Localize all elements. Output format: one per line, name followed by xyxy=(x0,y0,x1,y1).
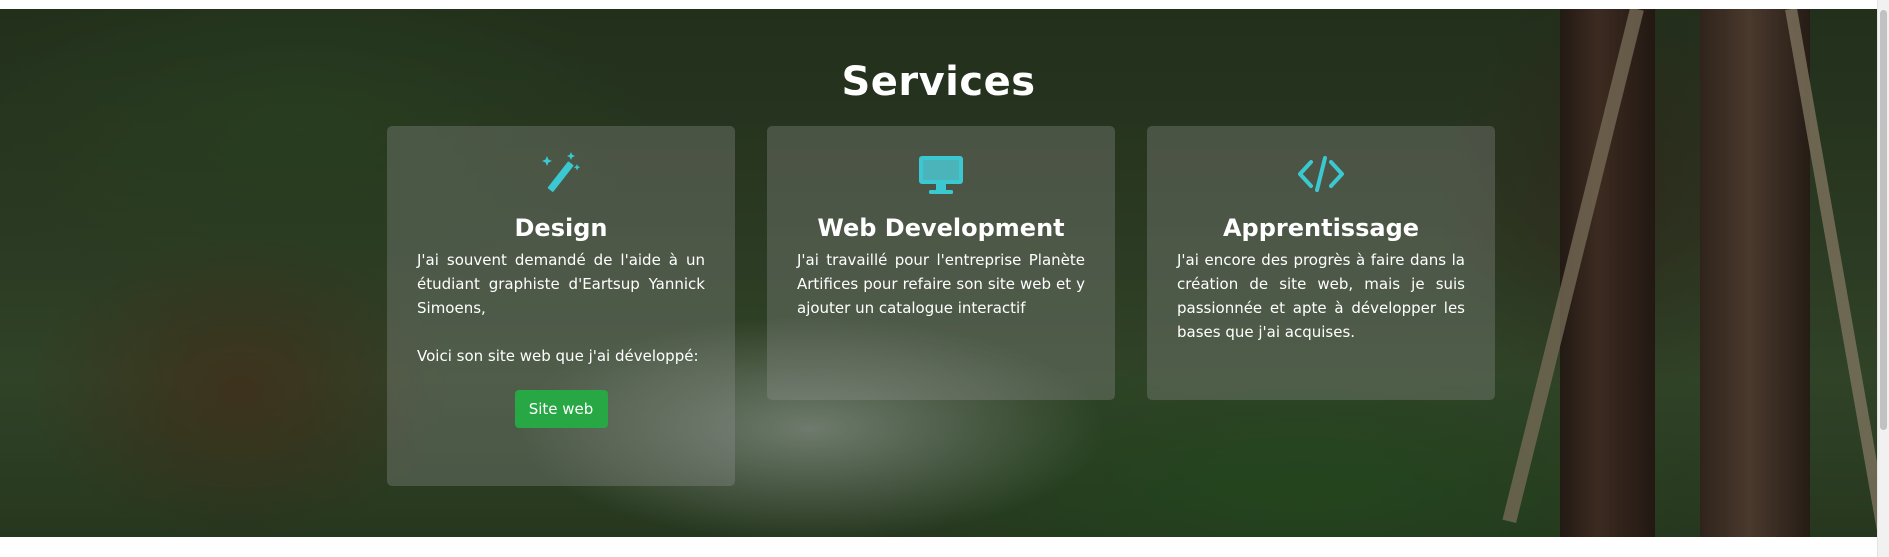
page-scrollbar[interactable] xyxy=(1877,0,1889,557)
site-web-button[interactable]: Site web xyxy=(514,390,608,428)
card-text: J'ai souvent demandé de l'aide à un étud… xyxy=(417,251,705,317)
card-text: J'ai travaillé pour l'entreprise Planète… xyxy=(797,251,1085,317)
service-card-web-development: Web Development J'ai travaillé pour l'en… xyxy=(767,126,1115,400)
card-text: Voici son site web que j'ai développé: xyxy=(417,347,699,365)
card-text: J'ai encore des progrès à faire dans la … xyxy=(1177,251,1465,341)
service-card-apprentissage: Apprentissage J'ai encore des progrès à … xyxy=(1147,126,1495,400)
section-title: Services xyxy=(841,59,1036,105)
code-icon xyxy=(1298,156,1344,192)
service-card-design: Design J'ai souvent demandé de l'aide à … xyxy=(387,126,735,486)
desktop-monitor-icon xyxy=(919,156,963,194)
card-title: Design xyxy=(514,214,608,242)
scrollbar-thumb[interactable] xyxy=(1880,10,1887,430)
card-title: Web Development xyxy=(817,214,1065,242)
card-title: Apprentissage xyxy=(1222,214,1420,242)
magic-wand-icon xyxy=(542,152,581,192)
services-section: Services Design J'ai souvent demandé de … xyxy=(0,9,1877,537)
